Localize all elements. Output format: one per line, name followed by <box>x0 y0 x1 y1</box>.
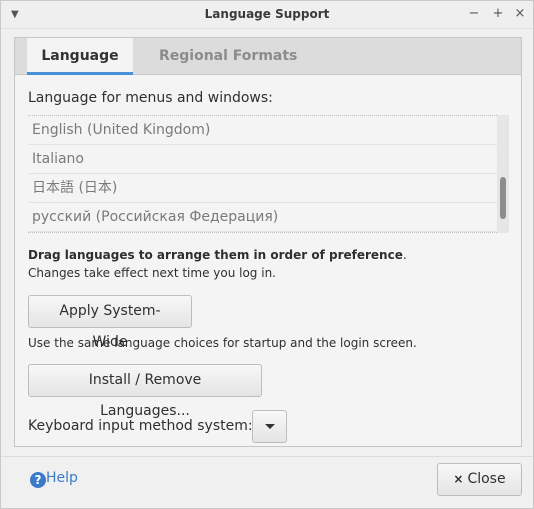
list-item[interactable]: 日本語 (日本) <box>28 174 509 203</box>
titlebar: ▼ Language Support − + × <box>1 1 533 29</box>
drag-hint-period: . <box>402 248 407 262</box>
list-item[interactable]: English (United Kingdom) <box>28 116 509 145</box>
minimize-button[interactable]: − <box>467 7 481 21</box>
close-label: Close <box>467 471 506 487</box>
apply-system-wide-button[interactable]: Apply System-Wide <box>28 295 192 350</box>
help-icon: ? <box>30 472 46 488</box>
tab-language[interactable]: Language <box>27 38 133 75</box>
close-window-button[interactable]: × <box>513 7 527 21</box>
drag-hint: Drag languages to arrange them in order … <box>28 248 407 262</box>
install-remove-languages-button[interactable]: Install / Remove Languages... <box>28 364 262 419</box>
close-button[interactable]: × Close <box>437 463 522 496</box>
keyboard-input-label: Keyboard input method system: <box>28 418 253 434</box>
language-list[interactable]: English (United Kingdom) Italiano 日本語 (日… <box>28 115 509 233</box>
footer-divider <box>1 456 533 457</box>
tab-bar: Language Regional Formats <box>15 38 521 75</box>
language-support-window: ▼ Language Support − + × Language Region… <box>0 0 534 509</box>
language-list-scrollbar[interactable] <box>497 115 509 233</box>
list-item[interactable]: Italiano <box>28 145 509 174</box>
close-icon: × <box>453 472 464 486</box>
list-item[interactable]: русский (Российская Федерация) <box>28 203 509 232</box>
tab-notebook: Language Regional Formats Language for m… <box>14 37 522 447</box>
language-list-heading: Language for menus and windows: <box>28 90 273 106</box>
window-title: Language Support <box>204 7 330 21</box>
tab-regional-formats[interactable]: Regional Formats <box>145 38 311 75</box>
help-link[interactable]: ? Help <box>30 470 78 488</box>
scrollbar-thumb[interactable] <box>500 177 506 219</box>
system-wide-hint: Use the same language choices for startu… <box>28 336 417 350</box>
drag-hint-text: Drag languages to arrange them in order … <box>28 248 403 262</box>
changes-hint: Changes take effect next time you log in… <box>28 266 276 280</box>
keyboard-input-method-dropdown[interactable] <box>252 410 287 443</box>
help-label: Help <box>46 470 78 486</box>
maximize-button[interactable]: + <box>491 7 505 21</box>
chevron-down-icon <box>264 423 275 429</box>
